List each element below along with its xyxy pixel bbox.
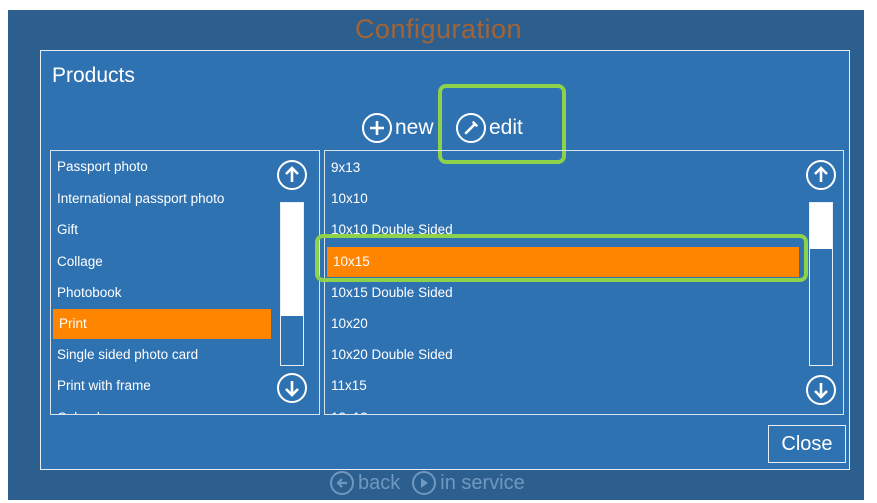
list-item[interactable]: 11x15 (325, 371, 803, 401)
in-service-button[interactable]: in service (412, 471, 525, 495)
list-item[interactable]: Photobook (51, 278, 275, 308)
new-button-label: new (395, 116, 434, 139)
list-item[interactable]: Gift (51, 215, 275, 245)
scroll-down-button[interactable] (277, 373, 307, 403)
pencil-icon (456, 113, 486, 143)
back-button[interactable]: back (330, 471, 400, 495)
list-item[interactable]: 10x10 Double Sided (325, 215, 803, 245)
list-item[interactable]: Single sided photo card (51, 340, 275, 370)
list-item-selected[interactable]: Print (53, 309, 271, 339)
list-item[interactable]: Passport photo (51, 152, 275, 182)
window-title: Configuration (354, 14, 523, 44)
arrow-up-icon (285, 166, 299, 182)
list-item[interactable]: Calendar (51, 403, 275, 414)
scroll-up-button[interactable] (806, 160, 836, 190)
list-item[interactable]: 10x20 (325, 309, 803, 339)
panel-title: Products (52, 64, 135, 87)
in-service-label: in service (440, 471, 525, 494)
scrollbar-track[interactable] (280, 202, 304, 366)
scrollbar-track[interactable] (809, 202, 833, 366)
list-item[interactable]: 13x13 (325, 403, 803, 414)
edit-button[interactable]: edit (456, 110, 523, 146)
scrollbar-thumb[interactable] (281, 203, 303, 316)
list-item[interactable]: 9x13 (325, 153, 803, 183)
bottom-nav: back in service (330, 469, 525, 497)
category-list[interactable]: Passport photo International passport ph… (50, 150, 320, 415)
size-list[interactable]: 9x13 10x10 10x10 Double Sided 10x15 10x1… (324, 150, 844, 415)
plus-icon (362, 113, 392, 143)
arrow-left-icon (330, 471, 354, 495)
new-button[interactable]: new (362, 110, 434, 146)
list-item[interactable]: 10x10 (325, 184, 803, 214)
edit-button-label: edit (489, 116, 523, 139)
scroll-down-button[interactable] (806, 375, 836, 405)
list-item[interactable]: Collage (51, 247, 275, 277)
scrollbar-thumb[interactable] (810, 203, 832, 249)
arrow-down-icon (285, 381, 299, 397)
screen: Configuration Products new edit Passport… (0, 0, 877, 503)
scroll-up-button[interactable] (277, 160, 307, 190)
list-item[interactable]: 10x20 Double Sided (325, 340, 803, 370)
back-label: back (358, 471, 401, 494)
list-item[interactable]: Print with frame (51, 371, 275, 401)
list-item-selected[interactable]: 10x15 (327, 247, 799, 277)
list-item[interactable]: 10x15 Double Sided (325, 278, 803, 308)
play-icon (412, 471, 437, 495)
list-item[interactable]: International passport photo (51, 184, 275, 214)
arrow-down-icon (814, 383, 828, 399)
close-button[interactable]: Close (768, 425, 846, 463)
arrow-up-icon (814, 166, 828, 182)
